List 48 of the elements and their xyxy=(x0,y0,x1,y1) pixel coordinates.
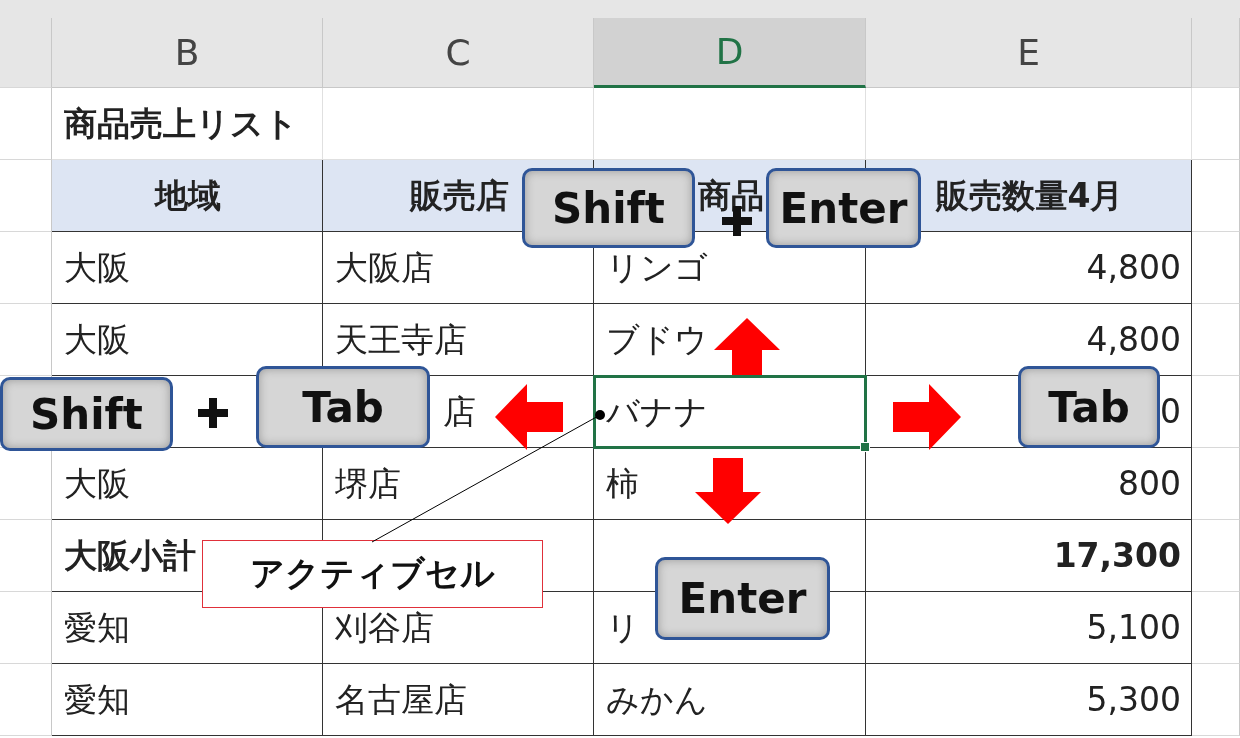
cell-text: 5,300 xyxy=(1086,683,1181,716)
column-label: 販売数量4月 xyxy=(935,179,1124,212)
keyboard-key: Tab xyxy=(1018,366,1160,448)
cell-text: 大阪 xyxy=(64,323,130,356)
cell-text: 5,100 xyxy=(1086,611,1181,644)
cell-text: 800 xyxy=(1118,467,1181,500)
callout-label: アクティブセル xyxy=(202,540,543,608)
column-label: 販売店 xyxy=(409,179,509,212)
fill-handle[interactable] xyxy=(860,442,870,452)
cell-text: 4,800 xyxy=(1086,323,1181,356)
column-header[interactable]: E xyxy=(866,18,1192,88)
cell-text: 大阪小計 xyxy=(64,539,196,572)
cell-text: みかん xyxy=(606,683,708,716)
keyboard-key: Shift xyxy=(522,168,695,248)
column-label: 地域 xyxy=(155,179,221,212)
cell-text: 名古屋店 xyxy=(335,683,467,716)
corner-header xyxy=(0,18,52,88)
keyboard-key: Enter xyxy=(655,557,830,640)
keyboard-key: Shift xyxy=(0,377,173,451)
cell-text: 愛知 xyxy=(64,683,130,716)
column-header[interactable]: C xyxy=(323,18,594,88)
cell-text: 天王寺店 xyxy=(335,323,467,356)
cell-text: 堺店 xyxy=(335,467,401,500)
sheet-title: 商品売上リスト xyxy=(64,107,298,140)
cell-text: 刈谷店 xyxy=(335,611,434,644)
cell-text: 店 xyxy=(442,395,476,428)
cell-text: 大阪店 xyxy=(335,251,434,284)
cell-text: ブドウ xyxy=(606,323,708,356)
keyboard-key: Enter xyxy=(766,168,921,248)
cell-text: リンゴ xyxy=(606,251,708,284)
cell-text: 愛知 xyxy=(64,611,130,644)
cell-text: 17,300 xyxy=(1053,539,1181,572)
cell-text: バナナ xyxy=(606,395,708,428)
cell-text: 4,800 xyxy=(1086,251,1181,284)
column-header[interactable] xyxy=(1192,18,1240,88)
arrow-icon xyxy=(695,458,761,524)
cell-text: 大阪 xyxy=(64,467,130,500)
column-header[interactable]: D xyxy=(594,18,866,88)
row-header[interactable] xyxy=(0,448,52,520)
keyboard-key: Tab xyxy=(256,366,430,448)
cell-text: リ xyxy=(606,611,640,644)
arrow-icon xyxy=(893,384,961,450)
arrow-icon xyxy=(495,384,563,450)
cell-text: 大阪 xyxy=(64,251,130,284)
cell-text: 0 xyxy=(1160,395,1181,428)
plus-icon xyxy=(198,398,228,428)
column-header[interactable]: B xyxy=(52,18,323,88)
cell-text: 柿 xyxy=(606,467,639,500)
